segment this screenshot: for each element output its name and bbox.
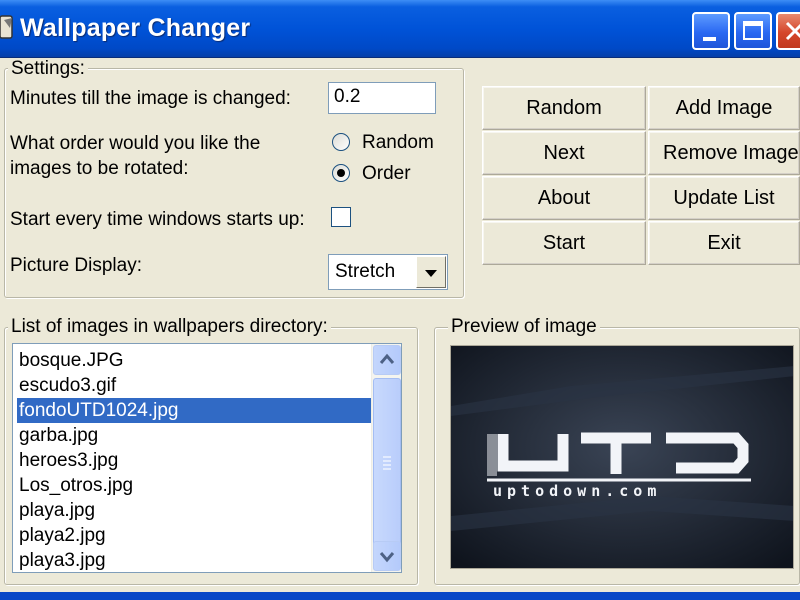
next-button[interactable]: Next bbox=[482, 131, 646, 175]
scroll-thumb[interactable] bbox=[373, 378, 401, 548]
title-bar[interactable]: Wallpaper Changer bbox=[0, 0, 800, 58]
close-icon bbox=[785, 21, 800, 41]
order-label-line1: What order would you like the bbox=[10, 133, 261, 154]
dropdown-arrow-icon bbox=[425, 270, 437, 277]
display-select[interactable]: Stretch bbox=[328, 254, 448, 290]
list-item[interactable]: playa3.jpg bbox=[17, 548, 106, 572]
scroll-up-button[interactable] bbox=[373, 345, 401, 375]
minimize-icon bbox=[703, 37, 716, 41]
minutes-label: Minutes till the image is changed: bbox=[10, 88, 291, 109]
wallpaper-preview bbox=[451, 346, 793, 568]
remove-image-button[interactable]: Remove Image bbox=[648, 131, 800, 175]
list-item-selected[interactable]: fondoUTD1024.jpg bbox=[16, 397, 372, 424]
order-label-line2: images to be rotated: bbox=[10, 158, 189, 179]
display-label: Picture Display: bbox=[10, 255, 142, 276]
startup-checkbox[interactable] bbox=[331, 207, 351, 227]
image-listbox[interactable]: bosque.JPG escudo3.gif fondoUTD1024.jpg … bbox=[12, 343, 402, 573]
list-scrollbar[interactable] bbox=[371, 344, 401, 572]
close-button[interactable] bbox=[776, 12, 800, 50]
minimize-button[interactable] bbox=[692, 12, 730, 50]
start-button[interactable]: Start bbox=[482, 221, 646, 265]
display-select-value: Stretch bbox=[335, 261, 396, 282]
list-item[interactable]: bosque.JPG bbox=[17, 348, 124, 373]
maximize-icon bbox=[743, 21, 763, 40]
list-item[interactable]: escudo3.gif bbox=[17, 373, 116, 398]
preview-group-label: Preview of image bbox=[448, 317, 600, 337]
about-button[interactable]: About bbox=[482, 176, 646, 220]
grip-icon bbox=[383, 456, 391, 470]
list-item[interactable]: heroes3.jpg bbox=[17, 448, 118, 473]
startup-label: Start every time windows starts up: bbox=[10, 209, 305, 230]
window-title: Wallpaper Changer bbox=[20, 14, 251, 42]
scroll-down-button[interactable] bbox=[373, 541, 401, 571]
minutes-input[interactable]: 0.2 bbox=[328, 82, 436, 114]
order-order-label[interactable]: Order bbox=[362, 162, 411, 186]
display-select-button[interactable] bbox=[416, 256, 446, 288]
update-list-button[interactable]: Update List bbox=[648, 176, 800, 220]
add-image-button[interactable]: Add Image bbox=[648, 86, 800, 130]
exit-button[interactable]: Exit bbox=[648, 221, 800, 265]
list-item[interactable]: garba.jpg bbox=[17, 423, 98, 448]
chevron-up-icon bbox=[379, 353, 395, 364]
list-item[interactable]: playa.jpg bbox=[17, 498, 95, 523]
preview-logo-text: uptodown.com bbox=[493, 482, 662, 500]
maximize-button[interactable] bbox=[734, 12, 772, 50]
random-button[interactable]: Random bbox=[482, 86, 646, 130]
image-list-group-label: List of images in wallpapers directory: bbox=[8, 317, 331, 337]
list-item[interactable]: playa2.jpg bbox=[17, 523, 106, 548]
pencil-icon bbox=[0, 15, 13, 39]
preview-image: uptodown.com bbox=[450, 345, 794, 569]
list-item[interactable]: Los_otros.jpg bbox=[17, 473, 133, 498]
order-order-radio[interactable] bbox=[332, 164, 350, 182]
order-random-radio[interactable] bbox=[332, 133, 350, 151]
settings-group-label: Settings: bbox=[8, 59, 88, 79]
chevron-down-icon bbox=[379, 552, 395, 563]
radio-dot bbox=[337, 169, 345, 177]
order-random-label[interactable]: Random bbox=[362, 131, 434, 155]
window-bottom-border bbox=[0, 592, 800, 600]
